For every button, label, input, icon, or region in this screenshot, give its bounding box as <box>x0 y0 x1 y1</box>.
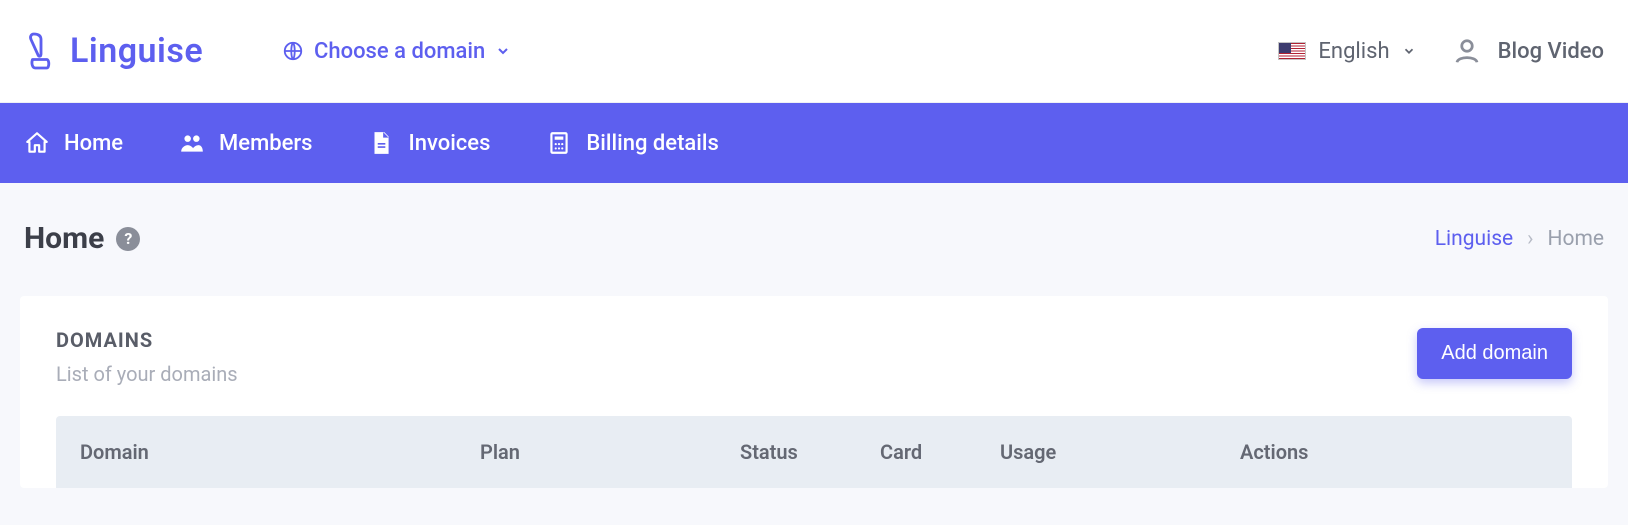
language-label: English <box>1318 39 1389 64</box>
help-icon[interactable]: ? <box>116 227 140 251</box>
breadcrumb-current: Home <box>1547 227 1604 251</box>
domains-card-header: DOMAINS List of your domains Add domain <box>56 328 1572 386</box>
page-title: Home ? <box>24 221 140 256</box>
language-picker[interactable]: English <box>1278 39 1415 64</box>
home-icon <box>24 130 50 156</box>
topbar-right: English Blog Video <box>1278 36 1604 66</box>
brand-name: Linguise <box>70 31 203 71</box>
calculator-icon <box>546 130 572 156</box>
breadcrumb-root[interactable]: Linguise <box>1435 227 1513 251</box>
breadcrumb: Linguise › Home <box>1435 227 1604 251</box>
col-status: Status <box>740 440 880 464</box>
col-actions: Actions <box>1240 440 1548 464</box>
globe-icon <box>282 40 304 62</box>
nav-members-label: Members <box>219 131 312 156</box>
user-menu[interactable]: Blog Video <box>1452 36 1604 66</box>
brand-logo[interactable]: Linguise <box>24 31 244 71</box>
members-icon <box>179 130 205 156</box>
domains-card-subtitle: List of your domains <box>56 362 238 386</box>
nav-members[interactable]: Members <box>179 130 312 156</box>
nav-billing[interactable]: Billing details <box>546 130 718 156</box>
domains-card: DOMAINS List of your domains Add domain … <box>20 296 1608 488</box>
topbar: Linguise Choose a domain English <box>0 0 1628 103</box>
document-icon <box>368 130 394 156</box>
col-card: Card <box>880 440 1000 464</box>
page-header: Home ? Linguise › Home <box>0 183 1628 280</box>
add-domain-button[interactable]: Add domain <box>1417 328 1572 379</box>
user-avatar-icon <box>1452 36 1482 66</box>
us-flag-icon <box>1278 42 1306 60</box>
nav-invoices-label: Invoices <box>408 131 490 156</box>
chevron-down-icon <box>495 43 511 59</box>
main-nav: Home Members Invoices Billing details <box>0 103 1628 183</box>
col-plan: Plan <box>480 440 740 464</box>
nav-billing-label: Billing details <box>586 131 718 156</box>
domains-card-title: DOMAINS <box>56 328 238 352</box>
nav-invoices[interactable]: Invoices <box>368 130 490 156</box>
domain-chooser-label: Choose a domain <box>314 39 485 64</box>
domain-chooser[interactable]: Choose a domain <box>282 39 511 64</box>
nav-home-label: Home <box>64 131 123 156</box>
nav-home[interactable]: Home <box>24 130 123 156</box>
chevron-down-icon <box>1402 44 1416 58</box>
domains-table-header: Domain Plan Status Card Usage Actions <box>56 416 1572 488</box>
page-title-text: Home <box>24 221 104 256</box>
breadcrumb-separator-icon: › <box>1527 227 1533 251</box>
col-usage: Usage <box>1000 440 1240 464</box>
col-domain: Domain <box>80 440 480 464</box>
user-label: Blog Video <box>1498 39 1604 64</box>
logo-mark-icon <box>24 31 58 71</box>
